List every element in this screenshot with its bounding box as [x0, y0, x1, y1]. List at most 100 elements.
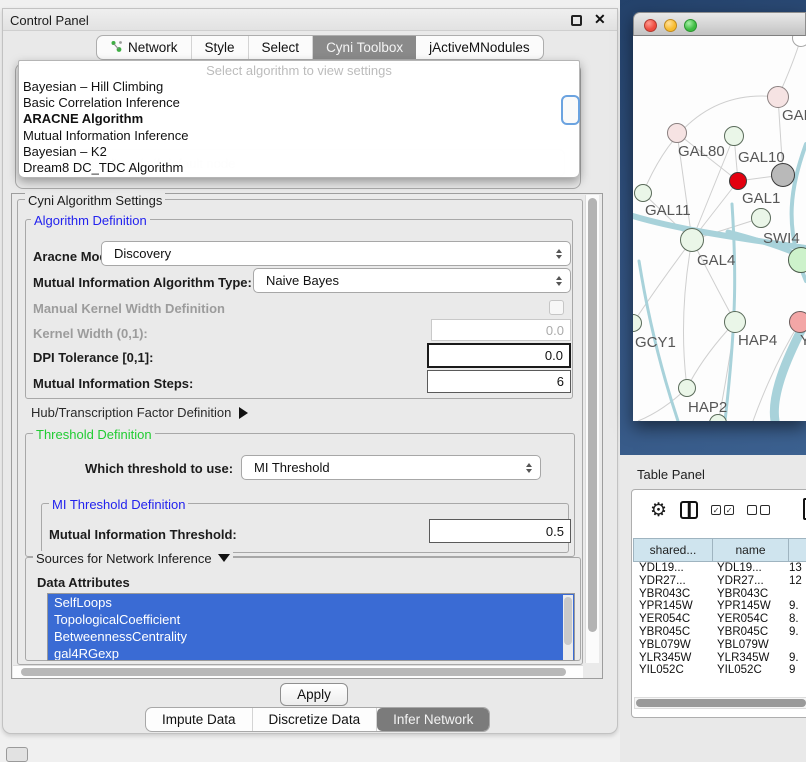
settings-vertical-scrollbar[interactable] — [585, 195, 599, 663]
list-scrollbar[interactable] — [563, 595, 573, 661]
control-panel-tabbar: Network Style Select Cyni Toolbox jActiv… — [96, 35, 544, 60]
table-row[interactable]: YBR045CYBR045C9. — [633, 626, 806, 639]
network-node[interactable] — [724, 126, 744, 146]
tab-impute-data[interactable]: Impute Data — [146, 708, 253, 731]
gear-icon[interactable]: ⚙ — [650, 501, 667, 520]
cell: YBL079W — [713, 639, 789, 652]
settings-horizontal-scrollbar[interactable] — [13, 665, 583, 678]
dpi-tolerance-field[interactable]: 0.0 — [427, 343, 571, 368]
horizontal-scrollbar-thumb[interactable] — [21, 668, 566, 676]
network-node[interactable] — [724, 311, 746, 333]
column-header[interactable] — [789, 538, 806, 562]
minimize-traffic-light[interactable] — [664, 19, 677, 32]
node-label: HAP2 — [688, 399, 727, 416]
cell: YDL19... — [633, 562, 713, 575]
popup-item[interactable]: Mutual Information Inference — [19, 128, 579, 144]
cell: YPR145W — [713, 600, 789, 613]
tab-discretize-data[interactable]: Discretize Data — [253, 708, 378, 731]
node-label: SWI4 — [763, 230, 800, 247]
popup-item-selected[interactable]: ARACNE Algorithm — [19, 111, 579, 127]
mi-steps-field[interactable]: 6 — [427, 370, 571, 393]
tab-label: jActiveMNodules — [429, 40, 530, 55]
attribute-item[interactable]: BetweennessCentrality — [48, 628, 574, 645]
list-scrollbar-thumb[interactable] — [564, 597, 572, 645]
network-node[interactable] — [751, 208, 771, 228]
popup-item[interactable]: Basic Correlation Inference — [19, 95, 579, 111]
network-node[interactable] — [680, 228, 704, 252]
unchecked-boxes-icon[interactable] — [747, 505, 770, 515]
algorithm-definition-title: Algorithm Definition — [31, 213, 150, 228]
tab-jactivemnodules[interactable]: jActiveMNodules — [416, 36, 543, 59]
table-row[interactable]: YDR27...YDR27...12 — [633, 575, 806, 588]
table-scrollbar-thumb[interactable] — [636, 699, 806, 707]
table-row[interactable]: YBL079WYBL079W — [633, 639, 806, 652]
popup-item[interactable]: Bayesian – K2 — [19, 144, 579, 160]
close-icon[interactable]: ✕ — [594, 11, 606, 28]
network-node[interactable] — [678, 379, 696, 397]
network-view-window: GAL80 GAL10 GAL GAL1 GAL11 SWI4 GAL4 GCY… — [633, 12, 806, 421]
close-traffic-light[interactable] — [644, 19, 657, 32]
popup-item[interactable]: Dream8 DC_TDC Algorithm — [19, 160, 579, 176]
sources-title: Sources for Network Inference — [36, 551, 212, 566]
mi-threshold-value: 0.5 — [546, 524, 564, 539]
table-panel-title: Table Panel — [637, 467, 705, 482]
network-node[interactable] — [634, 184, 652, 202]
mi-threshold-field[interactable]: 0.5 — [429, 519, 571, 543]
table-row[interactable]: YBR043CYBR043C — [633, 588, 806, 601]
table-row[interactable]: YLR345WYLR345W9. — [633, 652, 806, 665]
attribute-item[interactable]: TopologicalCoefficient — [48, 611, 574, 628]
cell: 12 — [789, 575, 806, 588]
data-attributes-list: SelfLoops TopologicalCoefficient Between… — [47, 593, 575, 661]
which-threshold-combo[interactable]: MI Threshold — [241, 455, 541, 480]
tab-cyni-toolbox[interactable]: Cyni Toolbox — [313, 36, 416, 59]
split-column-icon[interactable] — [680, 501, 698, 519]
apply-label: Apply — [297, 687, 331, 702]
tab-style[interactable]: Style — [192, 36, 249, 59]
manual-kernel-checkbox[interactable] — [549, 300, 564, 315]
table-row[interactable]: YDL19...YDL19...13 — [633, 562, 806, 575]
tab-label: Discretize Data — [269, 712, 361, 727]
combo-spinner-icon — [526, 463, 532, 473]
vertical-scrollbar-thumb[interactable] — [588, 198, 597, 632]
tab-network[interactable]: Network — [97, 36, 192, 59]
network-node[interactable] — [789, 311, 806, 333]
hub-factor-expander[interactable]: Hub/Transcription Factor Definition — [31, 405, 248, 420]
zoom-traffic-light[interactable] — [684, 19, 697, 32]
node-label: GAL11 — [645, 202, 691, 219]
data-attributes-label: Data Attributes — [37, 575, 130, 590]
cell: YPR145W — [633, 600, 713, 613]
checked-boxes-icon[interactable]: ✓✓ — [711, 505, 734, 515]
column-header[interactable]: shared... — [633, 538, 713, 562]
focused-combo-fragment[interactable] — [561, 95, 580, 125]
kernel-width-field[interactable]: 0.0 — [431, 319, 571, 341]
table-row[interactable]: YIL052CYIL052C9 — [633, 664, 806, 677]
table-row[interactable]: YPR145WYPR145W9. — [633, 600, 806, 613]
which-threshold-value: MI Threshold — [254, 460, 330, 475]
network-node[interactable] — [771, 163, 795, 187]
cell: YLR345W — [633, 652, 713, 665]
mi-type-combo[interactable]: Naive Bayes — [253, 268, 571, 293]
combo-spinner-icon — [556, 249, 562, 259]
network-node[interactable] — [667, 123, 687, 143]
aracne-mode-combo[interactable]: Discovery — [101, 241, 571, 266]
column-header[interactable]: name — [713, 538, 789, 562]
network-node[interactable] — [767, 86, 789, 108]
mi-steps-value: 6 — [557, 374, 564, 389]
table-horizontal-scrollbar[interactable] — [634, 697, 806, 709]
apply-button[interactable]: Apply — [280, 683, 348, 706]
table-row[interactable]: YER054CYER054C8. — [633, 613, 806, 626]
network-canvas[interactable]: GAL80 GAL10 GAL GAL1 GAL11 SWI4 GAL4 GCY… — [633, 36, 806, 421]
minimized-panel-icon[interactable] — [6, 747, 28, 762]
tab-infer-network[interactable]: Infer Network — [377, 708, 489, 731]
sources-expander[interactable]: Sources for Network Inference — [33, 551, 233, 566]
popup-item[interactable]: Bayesian – Hill Climbing — [19, 79, 579, 95]
cell: YBR045C — [633, 626, 713, 639]
tab-select[interactable]: Select — [249, 36, 314, 59]
kernel-width-label: Kernel Width (0,1): — [33, 326, 148, 341]
float-window-icon[interactable] — [571, 15, 582, 26]
network-node[interactable] — [729, 172, 747, 190]
panel-title: Control Panel — [10, 13, 89, 28]
attribute-item[interactable]: gal4RGexp — [48, 645, 574, 661]
node-label: GAL4 — [697, 252, 735, 269]
attribute-item[interactable]: SelfLoops — [48, 594, 574, 611]
